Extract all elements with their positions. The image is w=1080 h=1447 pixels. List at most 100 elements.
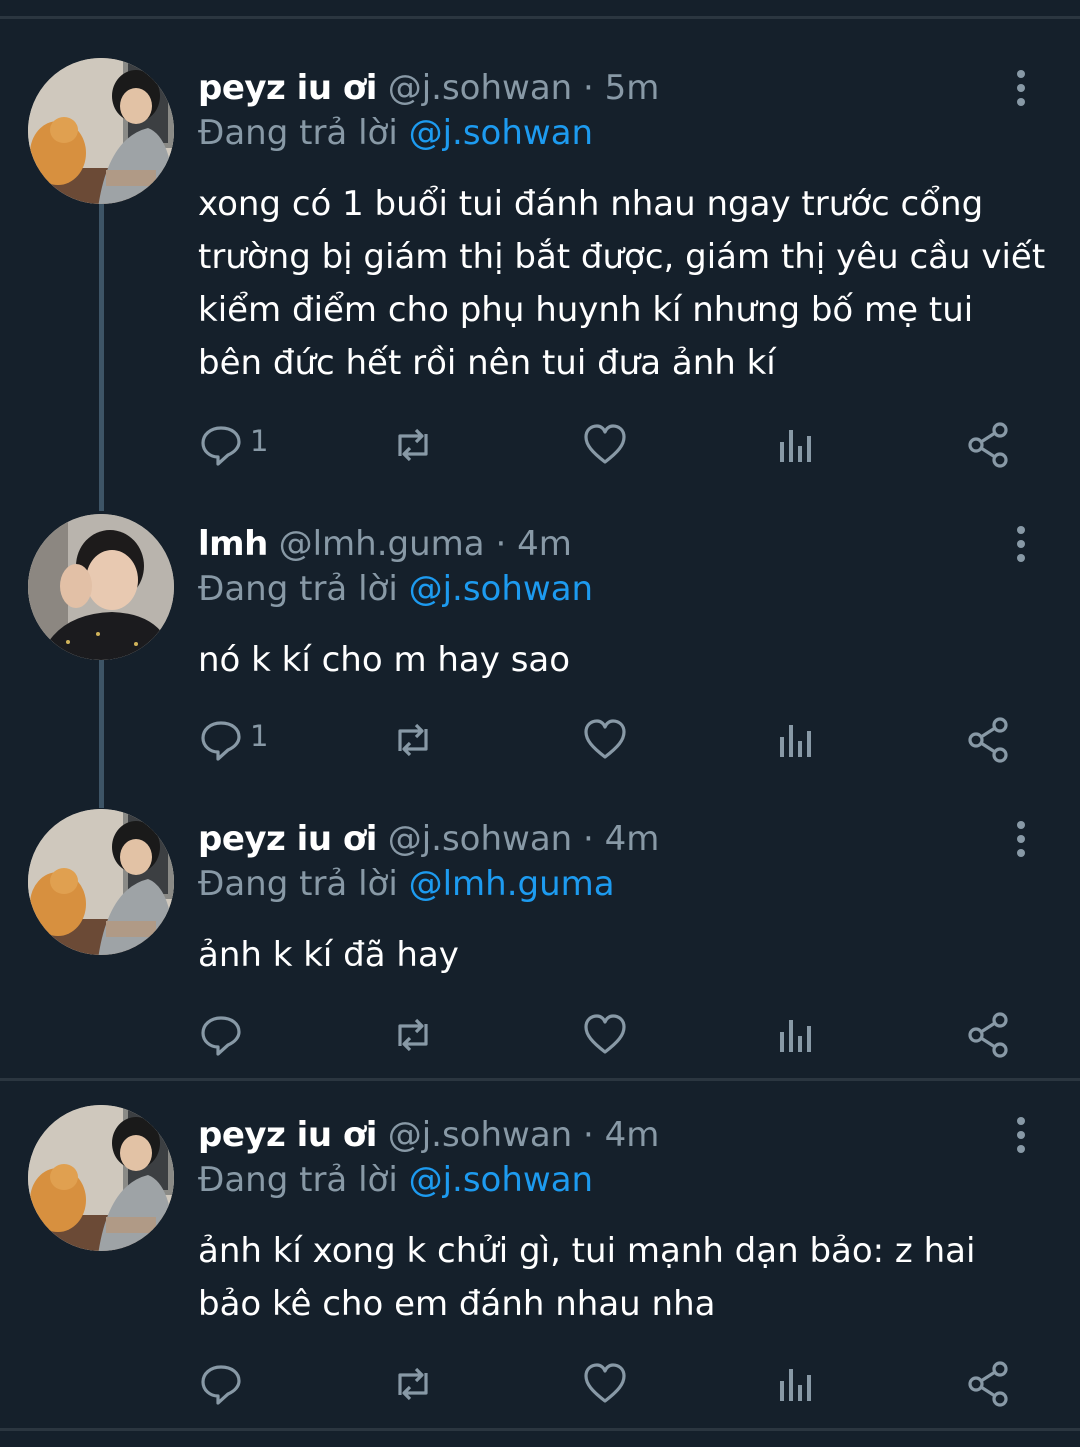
tweet-header: peyz iu ơi @j.sohwan · 5m: [198, 66, 659, 110]
analytics-icon: [780, 430, 811, 462]
retweet-icon: [398, 1018, 428, 1052]
replying-to: Đang trả lời @j.sohwan: [198, 567, 593, 611]
tweet-header: peyz iu ơi @j.sohwan · 4m: [198, 817, 659, 861]
analytics-button[interactable]: [776, 1010, 816, 1060]
user-handle[interactable]: @j.sohwan: [388, 68, 573, 108]
replying-label: Đang trả lời: [198, 113, 398, 153]
more-vertical-icon: [1017, 1117, 1025, 1153]
more-options-button[interactable]: [1006, 524, 1036, 564]
like-button[interactable]: [582, 1010, 628, 1060]
reply-count: 1: [250, 424, 269, 458]
tweet-text: nó k kí cho m hay sao: [198, 640, 571, 680]
like-button[interactable]: [582, 1359, 628, 1409]
share-button[interactable]: [966, 715, 1012, 765]
display-name[interactable]: peyz iu ơi: [198, 68, 377, 108]
share-icon: [968, 1012, 1008, 1058]
tweet-header: peyz iu ơi @j.sohwan · 4m: [198, 1113, 659, 1157]
replying-to: Đang trả lời @lmh.guma: [198, 862, 615, 906]
display-name[interactable]: lmh: [198, 524, 268, 564]
reply-button[interactable]: [198, 1359, 244, 1409]
retweet-icon: [398, 1367, 428, 1401]
avatar[interactable]: [28, 1105, 174, 1251]
reply-button[interactable]: [198, 1010, 244, 1060]
analytics-icon: [780, 1369, 811, 1401]
tweet-divider: [0, 1078, 1080, 1081]
reply-icon: [201, 721, 241, 761]
share-button[interactable]: [966, 1010, 1012, 1060]
separator-dot: ·: [583, 68, 594, 108]
like-button[interactable]: [582, 420, 628, 470]
replying-label: Đang trả lời: [198, 1160, 398, 1200]
replying-label: Đang trả lời: [198, 864, 398, 904]
reply-icon: [201, 1016, 241, 1056]
mention-link[interactable]: @j.sohwan: [409, 1160, 594, 1200]
retweet-button[interactable]: [388, 715, 438, 765]
reply-icon: [201, 1365, 241, 1405]
tweet[interactable]: lmh @lmh.guma · 4m Đang trả lời @j.sohwa…: [0, 514, 1080, 774]
replying-to: Đang trả lời @j.sohwan: [198, 111, 593, 155]
tweet-text: ảnh kí xong k chửi gì, tui mạnh dạn bảo:…: [198, 1231, 976, 1324]
share-icon: [968, 422, 1008, 468]
retweet-button[interactable]: [388, 1010, 438, 1060]
reply-button[interactable]: 1: [198, 715, 268, 765]
retweet-button[interactable]: [388, 1359, 438, 1409]
share-icon: [968, 717, 1008, 763]
separator-dot: ·: [583, 819, 594, 859]
more-vertical-icon: [1017, 70, 1025, 106]
more-options-button[interactable]: [1006, 1115, 1036, 1155]
heart-icon: [584, 1363, 626, 1403]
display-name[interactable]: peyz iu ơi: [198, 1115, 377, 1155]
tweet-text: xong có 1 buổi tui đánh nhau ngay trước …: [198, 184, 1046, 383]
user-handle[interactable]: @lmh.guma: [279, 524, 485, 564]
user-handle[interactable]: @j.sohwan: [388, 1115, 573, 1155]
tweet-text: ảnh k kí đã hay: [198, 935, 459, 975]
timestamp[interactable]: 4m: [517, 524, 572, 564]
action-bar: [198, 1010, 1018, 1060]
share-button[interactable]: [966, 1359, 1012, 1409]
more-vertical-icon: [1017, 821, 1025, 857]
analytics-icon: [780, 725, 811, 757]
reply-button[interactable]: 1: [198, 420, 268, 470]
timestamp[interactable]: 5m: [605, 68, 660, 108]
avatar[interactable]: [28, 58, 174, 204]
user-handle[interactable]: @j.sohwan: [388, 819, 573, 859]
analytics-button[interactable]: [776, 1359, 816, 1409]
like-button[interactable]: [582, 715, 628, 765]
heart-icon: [584, 1014, 626, 1054]
mention-link[interactable]: @j.sohwan: [409, 569, 594, 609]
analytics-button[interactable]: [776, 420, 816, 470]
avatar[interactable]: [28, 809, 174, 955]
heart-icon: [584, 719, 626, 759]
share-button[interactable]: [966, 420, 1012, 470]
replying-label: Đang trả lời: [198, 569, 398, 609]
separator-dot: ·: [495, 524, 507, 564]
timestamp[interactable]: 4m: [605, 819, 660, 859]
tweet-header: lmh @lmh.guma · 4m: [198, 522, 572, 566]
replying-to: Đang trả lời @j.sohwan: [198, 1158, 593, 1202]
bottom-divider: [0, 1428, 1080, 1431]
retweet-icon: [398, 428, 428, 462]
analytics-icon: [780, 1020, 811, 1052]
action-bar: 1: [198, 420, 1018, 470]
retweet-icon: [398, 723, 428, 757]
more-options-button[interactable]: [1006, 819, 1036, 859]
share-icon: [968, 1361, 1008, 1407]
avatar[interactable]: [28, 514, 174, 660]
top-divider: [0, 16, 1080, 19]
tweet[interactable]: peyz iu ơi @j.sohwan · 5m Đang trả lời @…: [0, 58, 1080, 478]
retweet-button[interactable]: [388, 420, 438, 470]
heart-icon: [584, 424, 626, 464]
reply-icon: [201, 426, 241, 466]
mention-link[interactable]: @j.sohwan: [409, 113, 594, 153]
action-bar: [198, 1359, 1018, 1409]
tweet[interactable]: peyz iu ơi @j.sohwan · 4m Đang trả lời @…: [0, 809, 1080, 1069]
reply-count: 1: [250, 719, 269, 753]
analytics-button[interactable]: [776, 715, 816, 765]
tweet[interactable]: peyz iu ơi @j.sohwan · 4m Đang trả lời @…: [0, 1105, 1080, 1415]
timestamp[interactable]: 4m: [605, 1115, 660, 1155]
more-vertical-icon: [1017, 526, 1025, 562]
more-options-button[interactable]: [1006, 68, 1036, 108]
mention-link[interactable]: @lmh.guma: [409, 864, 615, 904]
action-bar: 1: [198, 715, 1018, 765]
display-name[interactable]: peyz iu ơi: [198, 819, 377, 859]
